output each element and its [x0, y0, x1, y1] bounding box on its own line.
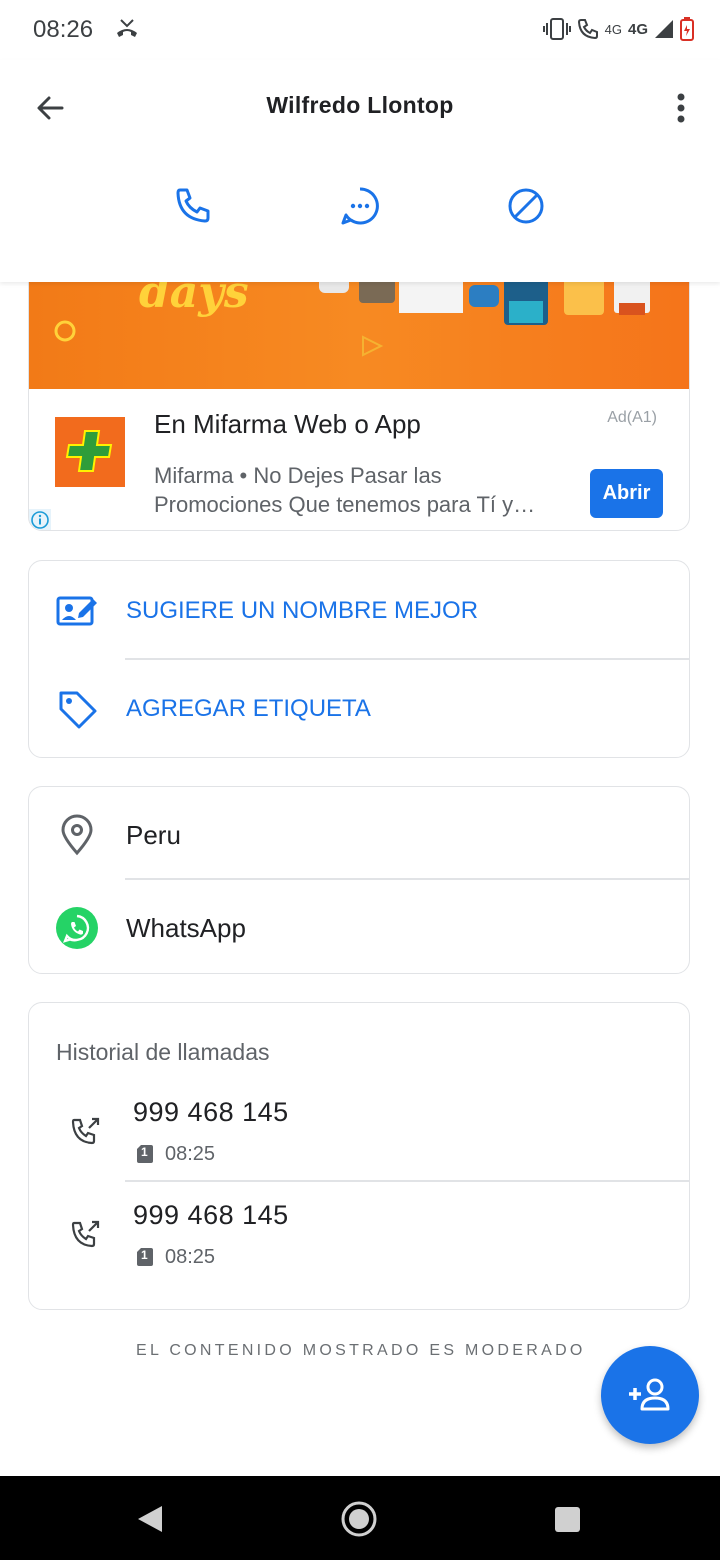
more-options-icon[interactable]: [666, 86, 696, 130]
ad-info-icon[interactable]: [29, 509, 51, 531]
call-history-card: Historial de llamadas 999 468 145 1 08:2…: [28, 1002, 690, 1310]
battery-low-icon: [680, 17, 694, 41]
suggest-name-label: SUGIERE UN NOMBRE MEJOR: [126, 597, 479, 624]
whatsapp-icon: [56, 907, 98, 949]
signal-icon: [655, 20, 673, 38]
add-tag-label: AGREGAR ETIQUETA: [126, 695, 371, 722]
sim-slot-number: 1: [141, 1248, 148, 1262]
nav-back-icon[interactable]: [136, 1504, 164, 1534]
ad-decoration: [362, 335, 384, 357]
divider: [125, 658, 689, 660]
wifi-calling-icon: [577, 19, 598, 40]
missed-call-icon: [117, 19, 137, 37]
location-label: Peru: [126, 819, 181, 850]
phone-icon[interactable]: [168, 180, 220, 232]
ad-description-line: Promociones Que tenemos para Tí y…: [154, 492, 536, 517]
status-bar: 08:26 4G 4G: [0, 0, 720, 60]
call-time: 08:25: [165, 1246, 216, 1268]
sim-slot-number: 1: [141, 1145, 148, 1159]
block-icon[interactable]: [500, 180, 552, 232]
add-person-icon: [629, 1378, 670, 1411]
ad-decoration: [54, 320, 76, 342]
system-nav-bar: [0, 1476, 720, 1560]
actions-card: SUGIERE UN NOMBRE MEJOR AGREGAR ETIQUETA: [28, 560, 690, 758]
ad-logo[interactable]: [55, 417, 125, 487]
nav-recents-icon[interactable]: [554, 1506, 581, 1533]
message-icon[interactable]: [334, 180, 386, 232]
ad-title[interactable]: En Mifarma Web o App: [154, 409, 421, 440]
outgoing-call-icon: [71, 1220, 100, 1248]
ad-open-button[interactable]: Abrir: [590, 469, 663, 518]
status-icons: 4G 4G: [542, 14, 694, 44]
network-type-2: 4G: [627, 20, 648, 38]
contact-header: Wilfredo Llontop: [0, 60, 720, 282]
call-history-title: Historial de llamadas: [56, 1039, 270, 1065]
call-number: 999 468 145: [133, 1097, 289, 1127]
moderation-note: EL CONTENIDO MOSTRADO ES MODERADO: [136, 1342, 586, 1359]
call-number: 999 468 145: [133, 1200, 289, 1230]
whatsapp-row[interactable]: WhatsApp: [29, 880, 689, 976]
call-history-row[interactable]: 999 468 145 1 08:25: [29, 1083, 689, 1183]
add-contact-button[interactable]: [601, 1346, 699, 1444]
call-time: 08:25: [165, 1143, 216, 1165]
ad-description-line: Mifarma • No Dejes Pasar las: [154, 463, 442, 488]
ad-description: Mifarma • No Dejes Pasar las Promociones…: [154, 461, 584, 519]
vibrate-icon: [542, 18, 571, 40]
status-time: 08:26: [33, 16, 94, 43]
edit-name-icon: [56, 596, 97, 626]
ad-products-image: [319, 273, 650, 325]
add-tag-row[interactable]: AGREGAR ETIQUETA: [29, 661, 689, 757]
contact-name: Wilfredo Llontop: [266, 92, 454, 118]
whatsapp-label: WhatsApp: [126, 912, 246, 943]
divider: [125, 1180, 689, 1182]
ad-tag: Ad(A1): [607, 409, 657, 426]
suggest-name-row[interactable]: SUGIERE UN NOMBRE MEJOR: [29, 563, 689, 659]
nav-home-icon[interactable]: [340, 1500, 378, 1538]
outgoing-call-icon: [71, 1117, 100, 1145]
tag-icon: [59, 691, 97, 729]
ad-card[interactable]: days En Mifarma Web o App Ad(A1) Mifarma…: [28, 262, 690, 531]
location-row: Peru: [29, 787, 689, 883]
location-pin-icon: [61, 814, 93, 856]
call-history-row[interactable]: 999 468 145 1 08:25: [29, 1186, 689, 1286]
info-card: Peru WhatsApp: [28, 786, 690, 974]
network-type-1: 4G: [604, 21, 622, 37]
